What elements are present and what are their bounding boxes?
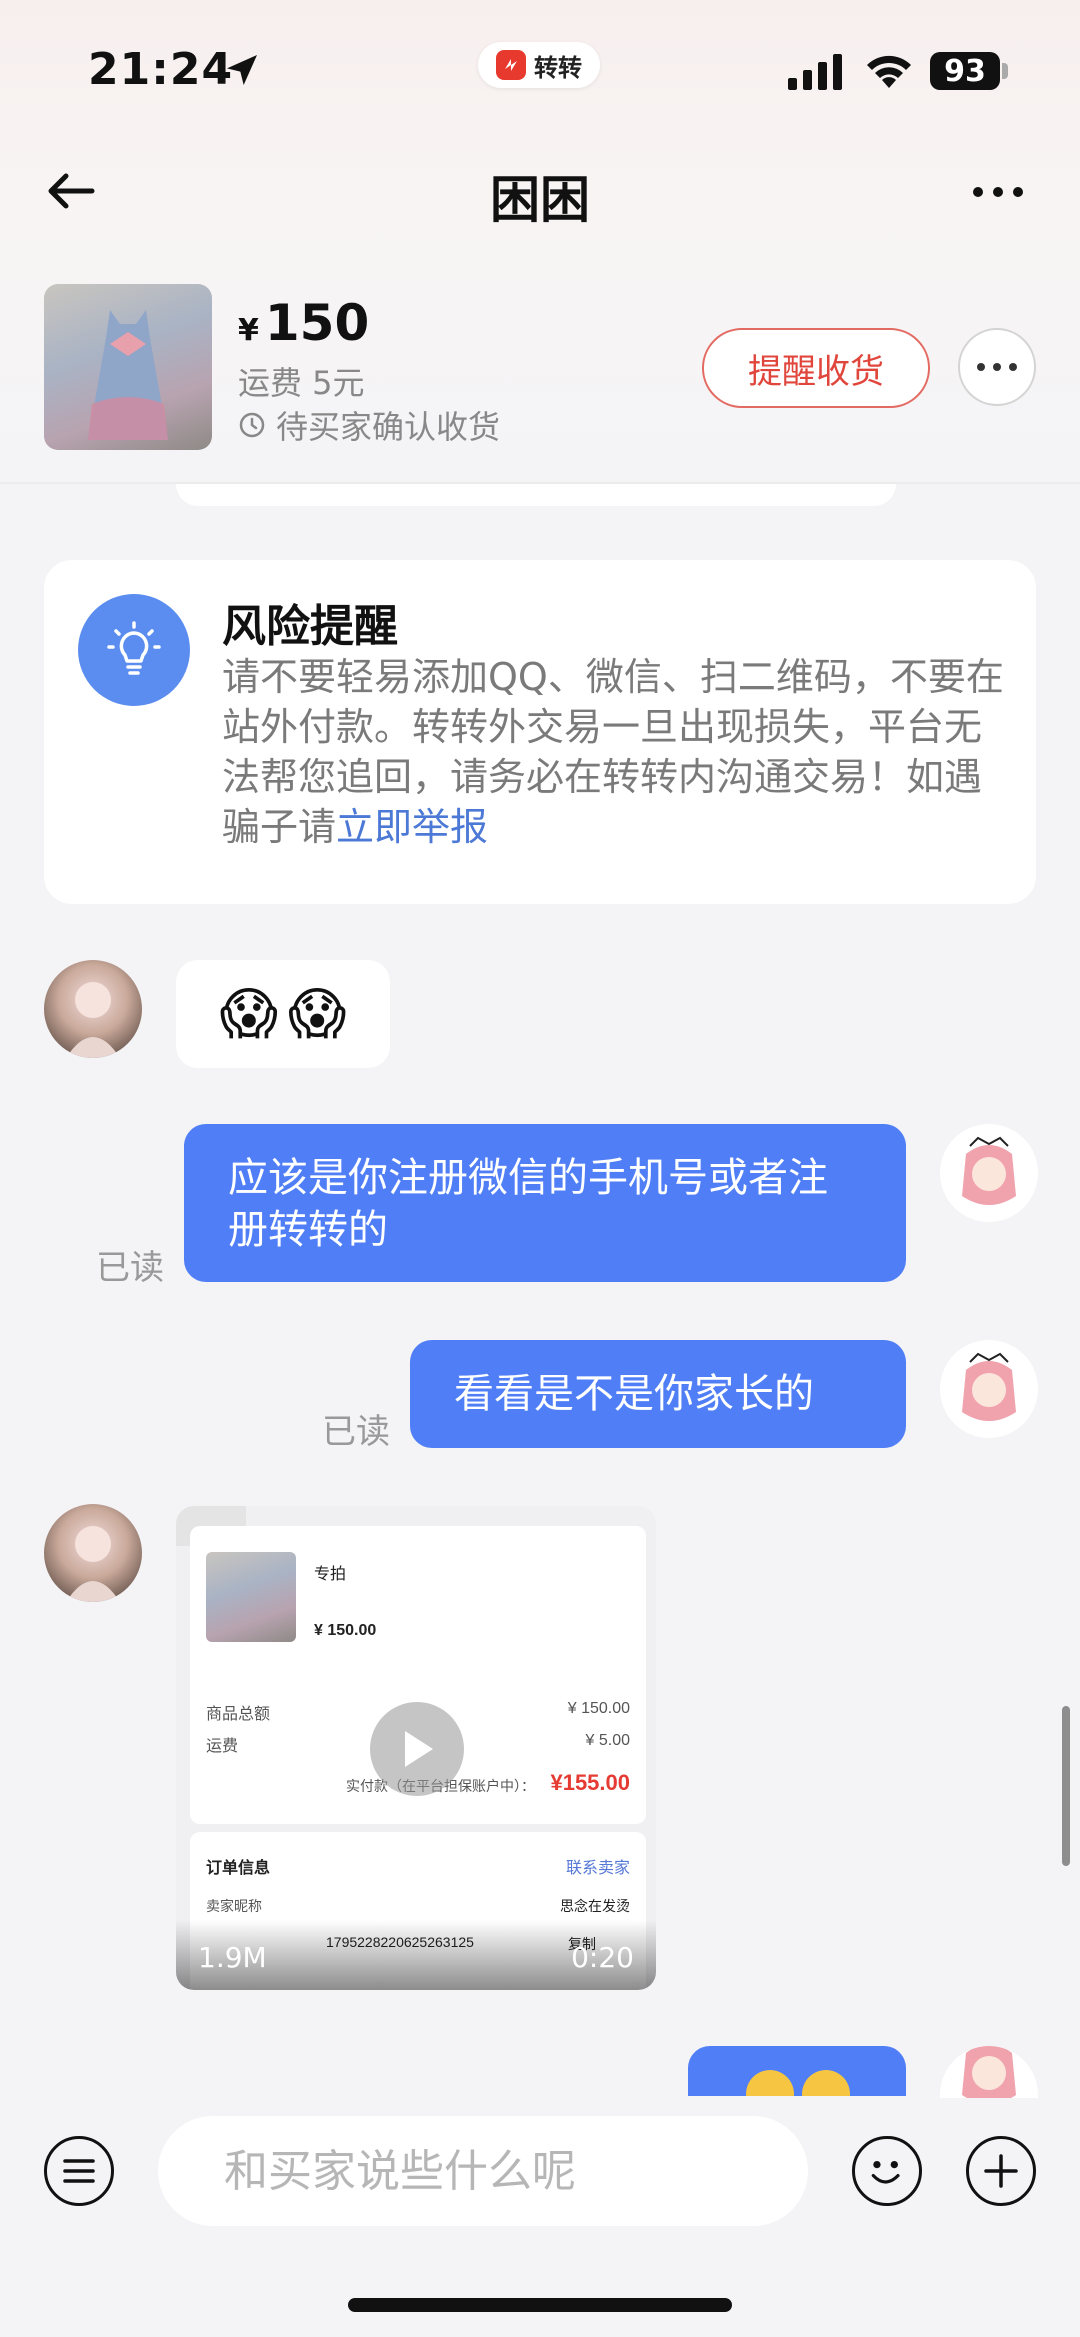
- product-summary-bar[interactable]: ¥150 运费 5元 待买家确认收货 提醒收货: [0, 268, 1080, 478]
- my-avatar[interactable]: [940, 1124, 1038, 1222]
- my-avatar[interactable]: [940, 2046, 1038, 2098]
- message-bubble-sent[interactable]: 看看是不是你家长的: [410, 1340, 906, 1448]
- app-indicator-pill[interactable]: 转转: [478, 42, 600, 88]
- my-avatar[interactable]: [940, 1340, 1038, 1438]
- video-seller-nick-label: 卖家昵称: [206, 1898, 262, 1914]
- video-item-name: 专拍: [314, 1566, 347, 1583]
- add-attachment-button[interactable]: [966, 2136, 1036, 2206]
- wifi-icon: [867, 55, 911, 88]
- video-total-value: ¥ 150.00: [567, 1700, 630, 1717]
- zhuanzhuan-logo-icon: [496, 50, 526, 80]
- play-icon: [405, 1731, 433, 1767]
- remind-receipt-button[interactable]: 提醒收货: [702, 328, 930, 408]
- battery-tip: [1002, 63, 1008, 79]
- product-more-button[interactable]: [958, 328, 1036, 406]
- video-message[interactable]: 专拍 ¥ 150.00 商品总额 ¥ 150.00 运费 ¥ 5.00 实付款（…: [176, 1506, 656, 1990]
- scroll-indicator[interactable]: [1062, 1706, 1070, 1866]
- video-size: 1.9M: [198, 1941, 267, 1974]
- report-now-link[interactable]: 立即举报: [336, 805, 488, 849]
- seller-avatar[interactable]: [44, 960, 142, 1058]
- scream-emoji: 😱: [288, 981, 347, 1047]
- video-product-thumbnail: [206, 1552, 296, 1642]
- cellular-signal-icon: [788, 54, 842, 90]
- read-receipt: 已读: [322, 1412, 390, 1452]
- message-bubble-sent[interactable]: 应该是你注册微信的手机号或者注册转转的: [184, 1124, 906, 1282]
- lightbulb-icon: [78, 594, 190, 706]
- product-price: ¥150: [238, 294, 370, 352]
- video-total-label: 商品总额: [206, 1706, 271, 1723]
- video-order-info-title: 订单信息: [206, 1860, 271, 1877]
- risk-body: 请不要轻易添加QQ、微信、扫二维码，不要在站外付款。转转外交易一旦出现损失，平台…: [222, 655, 1004, 849]
- order-status: 待买家确认收货: [238, 402, 500, 448]
- video-duration: 0:20: [571, 1941, 634, 1974]
- app-indicator-label: 转转: [534, 53, 582, 82]
- partial-emoji-icon: [746, 2070, 850, 2096]
- video-seller-nick: 思念在发烫: [560, 1898, 630, 1914]
- more-options-icon[interactable]: [968, 172, 1028, 212]
- plus-icon: [984, 2154, 1018, 2188]
- home-indicator[interactable]: [348, 2298, 732, 2312]
- emoji-icon[interactable]: [852, 2136, 922, 2206]
- shipping-fee: 运费 5元: [238, 364, 365, 402]
- video-shipping-value: ¥ 5.00: [585, 1732, 630, 1749]
- page-title: 困困: [490, 171, 590, 229]
- product-thumbnail[interactable]: [44, 284, 212, 450]
- seller-avatar[interactable]: [44, 1504, 142, 1602]
- message-input[interactable]: [158, 2116, 808, 2226]
- video-item-price: ¥ 150.00: [314, 1622, 377, 1639]
- battery-indicator: 93: [930, 52, 1000, 90]
- risk-title: 风险提醒: [222, 601, 398, 652]
- status-time: 21:24: [88, 44, 234, 95]
- video-paid-value: ¥155.00: [550, 1770, 630, 1795]
- ellipsis-icon: [977, 363, 1017, 371]
- scream-emoji: 😱: [219, 981, 278, 1047]
- message-bubble-partial[interactable]: [688, 2046, 906, 2096]
- previous-card-edge: [176, 484, 896, 506]
- play-button[interactable]: [370, 1702, 464, 1796]
- message-bubble-emoji[interactable]: 😱 😱: [176, 960, 390, 1068]
- location-arrow-icon: [227, 55, 257, 85]
- dress-image-icon: [88, 310, 168, 440]
- video-contact-seller: 联系卖家: [565, 1860, 630, 1877]
- risk-warning-card: 风险提醒 请不要轻易添加QQ、微信、扫二维码，不要在站外付款。转转外交易一旦出现…: [44, 560, 1036, 904]
- clock-icon: [239, 412, 265, 438]
- read-receipt: 已读: [96, 1248, 164, 1288]
- video-shipping-label: 运费: [206, 1738, 239, 1755]
- status-bar: 21:24 转转 93: [0, 0, 1080, 140]
- menu-button[interactable]: [44, 2136, 114, 2206]
- order-status-text: 待买家确认收货: [276, 408, 501, 446]
- menu-icon: [63, 2159, 95, 2183]
